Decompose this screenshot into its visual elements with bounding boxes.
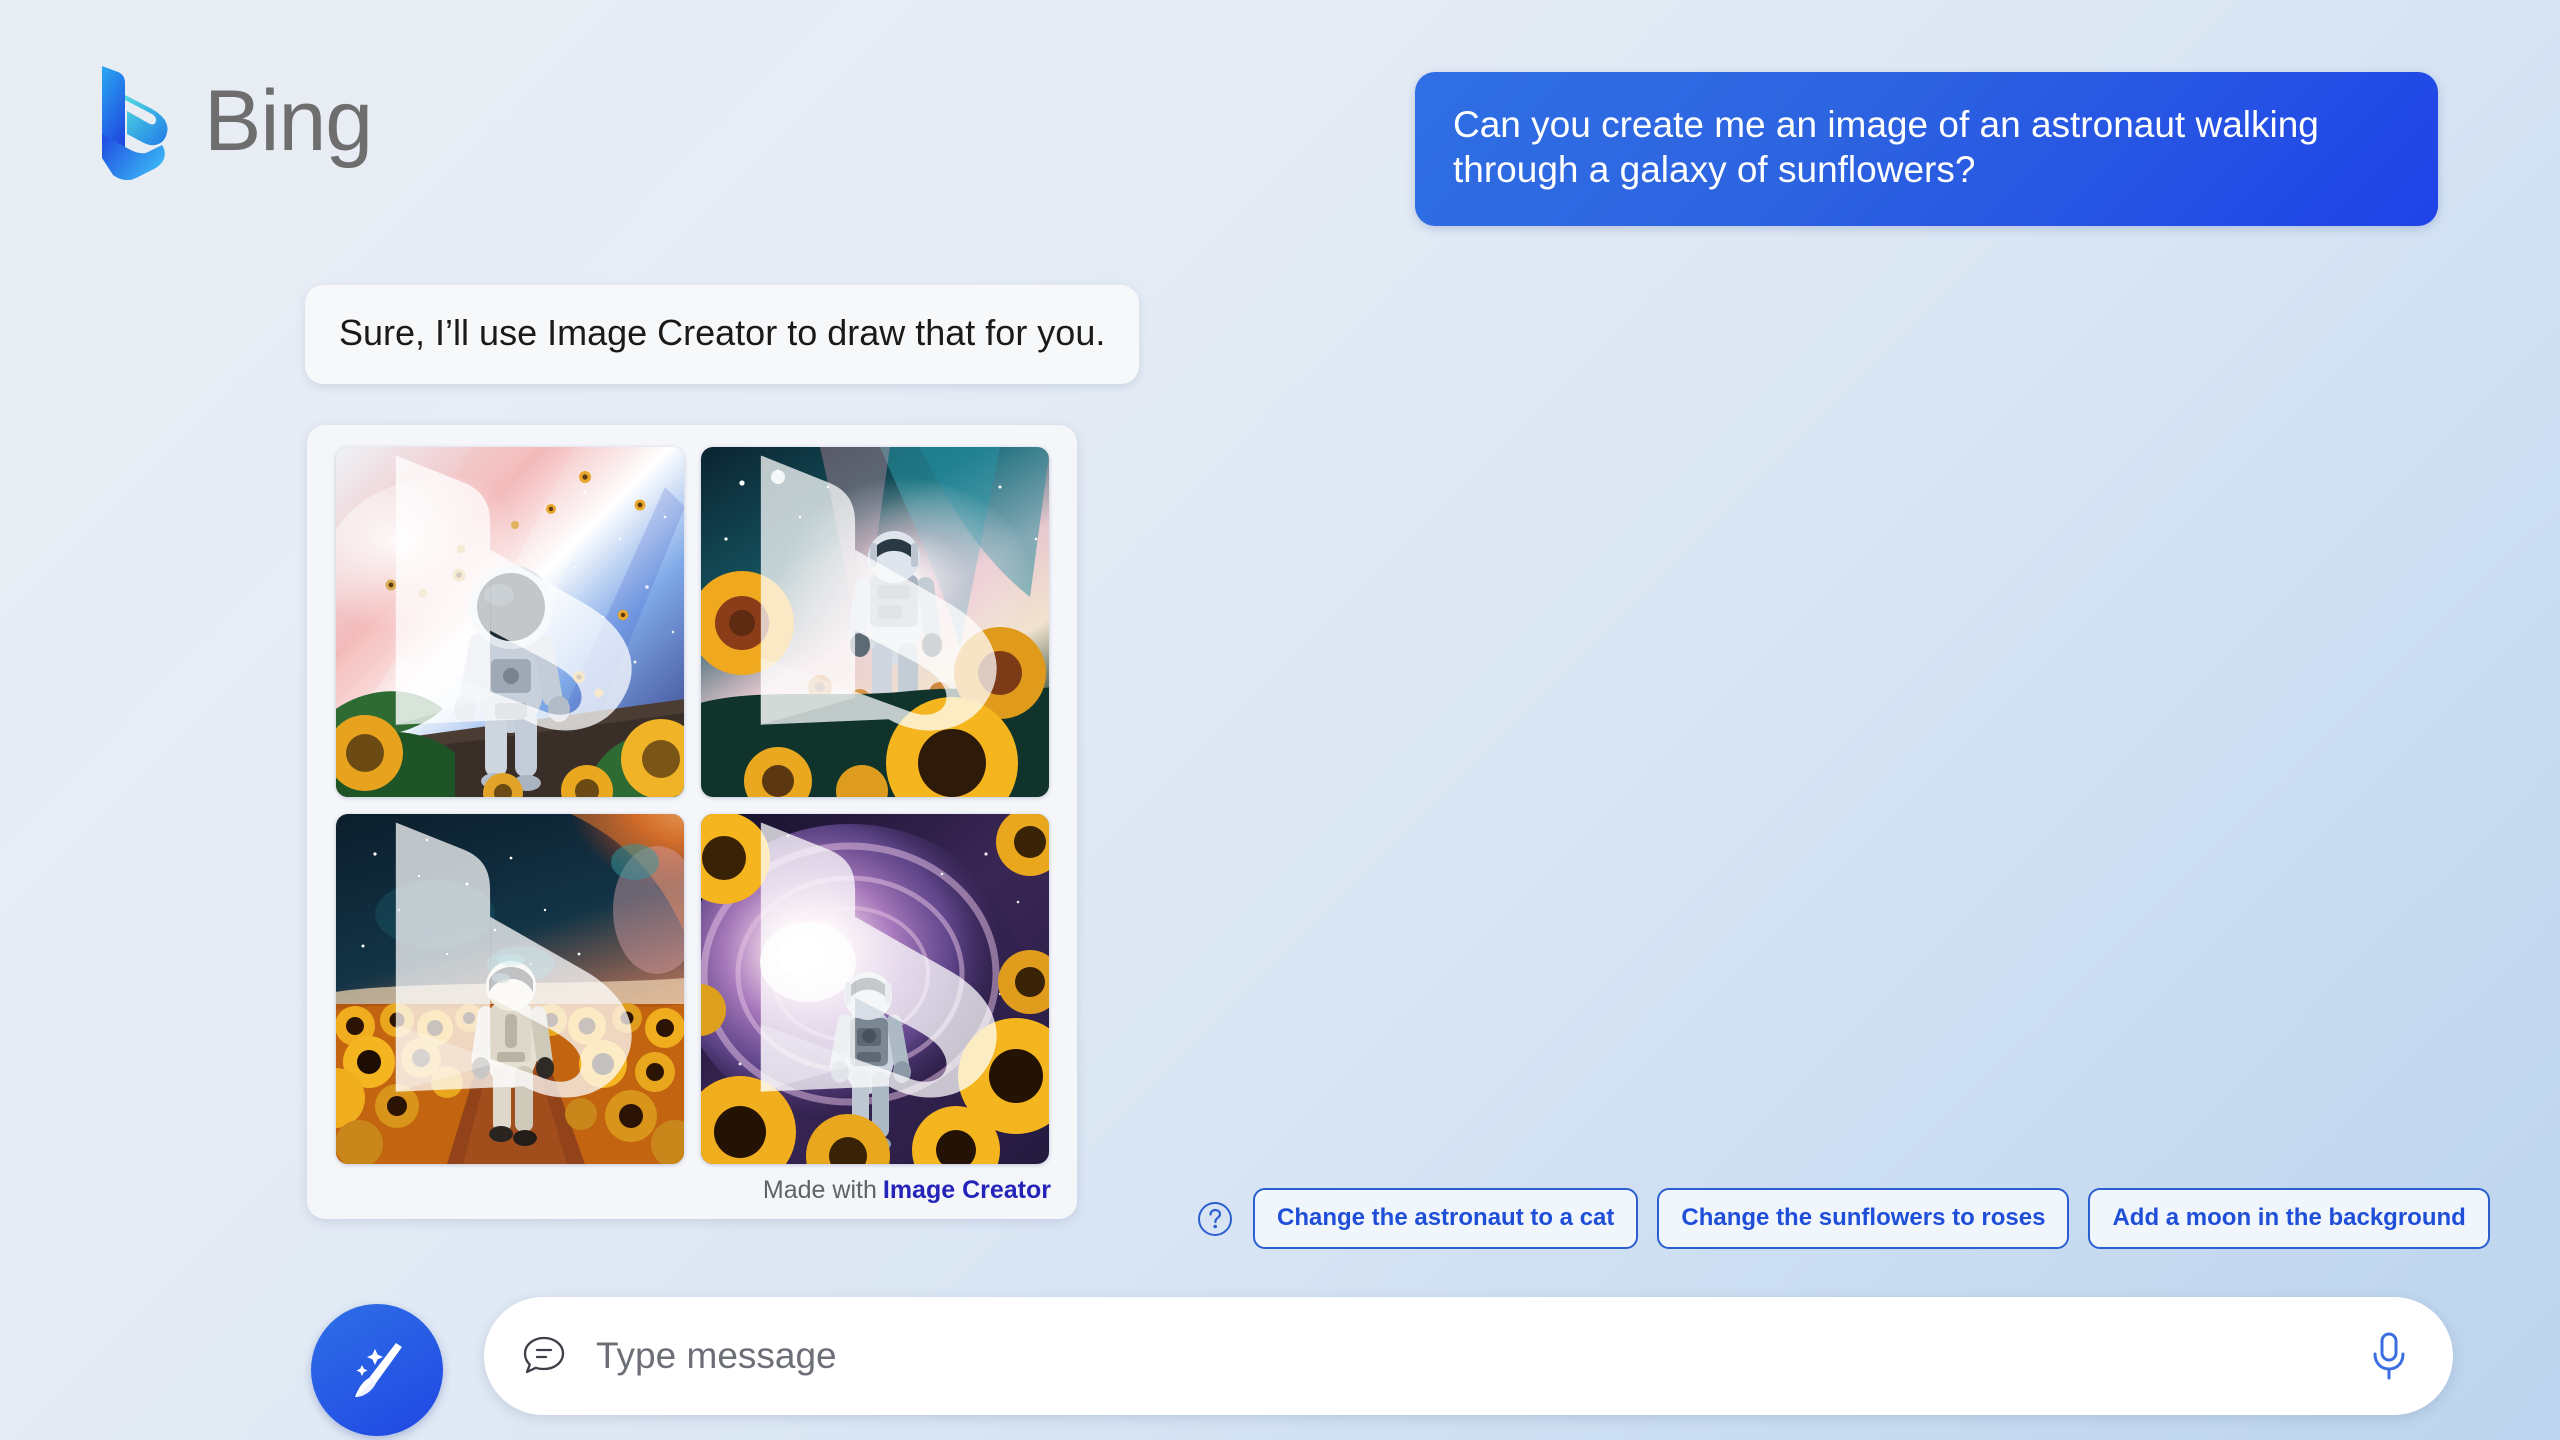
new-topic-button[interactable] [311, 1304, 443, 1436]
generated-image-4[interactable] [700, 814, 1049, 1164]
assistant-message-text: Sure, I’ll use Image Creator to draw tha… [339, 312, 1106, 353]
suggestion-chip-add-moon[interactable]: Add a moon in the background [2088, 1188, 2490, 1249]
question-circle-icon[interactable] [1196, 1200, 1234, 1238]
message-input[interactable] [596, 1335, 2363, 1377]
broom-sparkle-icon [342, 1335, 412, 1405]
bing-logo-text: Bing [204, 73, 373, 169]
image-attribution: Made with Image Creator [329, 1176, 1055, 1205]
suggestion-chips-row: Change the astronaut to a cat Change the… [1196, 1188, 2490, 1249]
suggestion-chip-change-sunflowers[interactable]: Change the sunflowers to roses [1657, 1188, 2070, 1249]
bing-watermark-icon [760, 822, 997, 1098]
user-message-text: Can you create me an image of an astrona… [1453, 104, 2319, 191]
chat-bubble-icon [518, 1330, 570, 1382]
suggestion-chip-change-astronaut[interactable]: Change the astronaut to a cat [1253, 1188, 1639, 1249]
bing-watermark-icon [395, 822, 632, 1098]
bing-logo: Bing [96, 62, 373, 180]
message-composer [484, 1297, 2453, 1415]
image-creator-link[interactable]: Image Creator [883, 1176, 1051, 1204]
assistant-message-bubble: Sure, I’ll use Image Creator to draw tha… [305, 285, 1140, 385]
bing-watermark-icon [395, 455, 632, 731]
generated-image-2[interactable] [700, 447, 1049, 797]
microphone-icon[interactable] [2363, 1328, 2415, 1384]
bing-logo-icon [96, 62, 178, 180]
image-results-card: Made with Image Creator [307, 425, 1077, 1219]
attribution-prefix: Made with [762, 1176, 877, 1204]
user-message-bubble: Can you create me an image of an astrona… [1415, 72, 2438, 227]
bing-watermark-icon [760, 455, 997, 731]
generated-image-1[interactable] [335, 447, 684, 797]
image-grid [329, 447, 1055, 1164]
generated-image-3[interactable] [335, 814, 684, 1164]
